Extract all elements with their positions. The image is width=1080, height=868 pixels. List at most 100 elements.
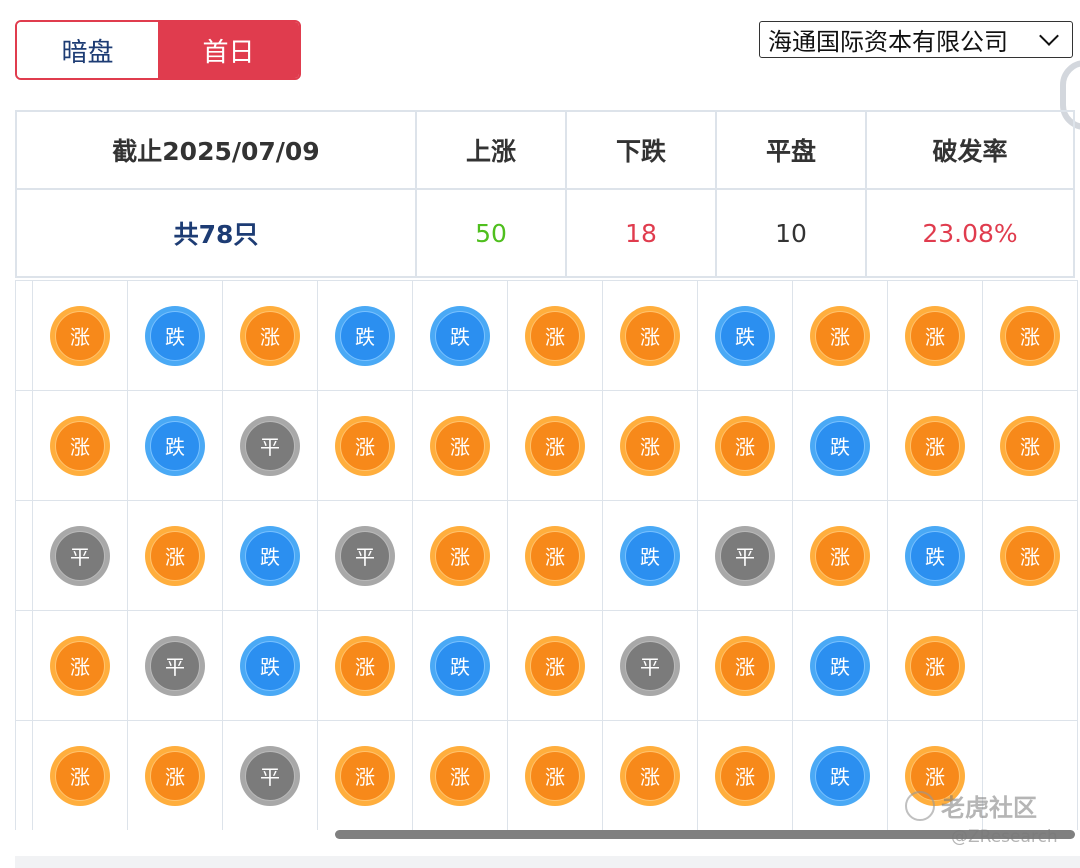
- tab-first-day[interactable]: 首日: [158, 22, 299, 78]
- ipo-up-badge[interactable]: 涨: [905, 305, 965, 366]
- ipo-up-badge[interactable]: 涨: [50, 415, 110, 476]
- ipo-up-badge[interactable]: 涨: [335, 745, 395, 806]
- ipo-up-badge[interactable]: 涨: [1000, 305, 1060, 366]
- ipo-up-badge[interactable]: 涨: [810, 305, 870, 366]
- summary-values-row: 共78只 50 18 10 23.08%: [15, 188, 1075, 278]
- ipo-up-badge[interactable]: 涨: [430, 745, 490, 806]
- ipo-up-badge[interactable]: 涨: [715, 635, 775, 696]
- ipo-up-badge[interactable]: 涨: [50, 305, 110, 366]
- ipo-result-grid-scroll[interactable]: 涨跌涨跌跌涨涨跌涨涨涨涨跌平涨涨涨涨涨跌涨涨平涨跌平涨涨跌平涨跌涨涨平跌涨跌涨平…: [15, 280, 1080, 830]
- ipo-down-badge[interactable]: 跌: [335, 305, 395, 366]
- grid-cell: 涨: [982, 390, 1078, 501]
- market-tabs: 暗盘 首日: [15, 20, 301, 80]
- ipo-down-badge[interactable]: 跌: [240, 635, 300, 696]
- watermark: 老虎社区 @ZResearch: [905, 788, 1075, 847]
- ipo-up-badge[interactable]: 涨: [240, 305, 300, 366]
- ipo-flat-badge[interactable]: 平: [145, 635, 205, 696]
- ipo-up-badge[interactable]: 涨: [620, 415, 680, 476]
- ipo-up-badge[interactable]: 涨: [905, 635, 965, 696]
- ipo-up-badge[interactable]: 涨: [715, 745, 775, 806]
- grid-cell: 涨: [412, 500, 508, 611]
- grid-cell: 涨: [792, 280, 888, 391]
- grid-cell: 涨: [32, 390, 128, 501]
- ipo-flat-badge[interactable]: 平: [620, 635, 680, 696]
- ipo-up-badge[interactable]: 涨: [50, 745, 110, 806]
- grid-cell: 跌: [127, 390, 223, 501]
- grid-cell: 涨: [887, 610, 983, 721]
- ipo-down-badge[interactable]: 跌: [145, 305, 205, 366]
- badge-label: 跌: [625, 530, 675, 581]
- ipo-up-badge[interactable]: 涨: [525, 525, 585, 586]
- badge-label: 跌: [150, 420, 200, 471]
- badge-label: 涨: [910, 420, 960, 471]
- ipo-flat-badge[interactable]: 平: [50, 525, 110, 586]
- tiger-community-logo-icon: [905, 790, 935, 821]
- broker-select[interactable]: 海通国际资本有限公司: [759, 21, 1073, 58]
- ipo-up-badge[interactable]: 涨: [50, 635, 110, 696]
- badge-label: 涨: [625, 310, 675, 361]
- ipo-up-badge[interactable]: 涨: [620, 305, 680, 366]
- ipo-down-badge[interactable]: 跌: [145, 415, 205, 476]
- ipo-up-badge[interactable]: 涨: [715, 415, 775, 476]
- ipo-down-badge[interactable]: 跌: [810, 635, 870, 696]
- badge-label: 涨: [815, 530, 865, 581]
- down-count: 18: [565, 188, 717, 278]
- badge-label: 涨: [625, 750, 675, 801]
- badge-label: 涨: [1005, 530, 1055, 581]
- ipo-down-badge[interactable]: 跌: [810, 415, 870, 476]
- badge-label: 涨: [150, 530, 200, 581]
- grid-cell: 平: [222, 720, 318, 830]
- grid-cell: 涨: [507, 390, 603, 501]
- ipo-down-badge[interactable]: 跌: [715, 305, 775, 366]
- ipo-up-badge[interactable]: 涨: [525, 415, 585, 476]
- ipo-up-badge[interactable]: 涨: [335, 635, 395, 696]
- ipo-flat-badge[interactable]: 平: [240, 745, 300, 806]
- ipo-up-badge[interactable]: 涨: [525, 745, 585, 806]
- header-flat: 平盘: [715, 110, 867, 190]
- ipo-down-badge[interactable]: 跌: [620, 525, 680, 586]
- ipo-up-badge[interactable]: 涨: [335, 415, 395, 476]
- ipo-down-badge[interactable]: 跌: [430, 305, 490, 366]
- ipo-down-badge[interactable]: 跌: [810, 745, 870, 806]
- badge-label: 跌: [435, 310, 485, 361]
- ipo-up-badge[interactable]: 涨: [430, 525, 490, 586]
- ipo-up-badge[interactable]: 涨: [145, 745, 205, 806]
- ipo-flat-badge[interactable]: 平: [240, 415, 300, 476]
- ipo-up-badge[interactable]: 涨: [620, 745, 680, 806]
- ipo-up-badge[interactable]: 涨: [525, 305, 585, 366]
- badge-label: 平: [720, 530, 770, 581]
- grid-cell: 涨: [507, 610, 603, 721]
- ipo-up-badge[interactable]: 涨: [430, 415, 490, 476]
- badge-label: 平: [625, 640, 675, 691]
- grid-cell: 涨: [697, 610, 793, 721]
- ipo-up-badge[interactable]: 涨: [1000, 525, 1060, 586]
- grid-cell: 跌: [317, 280, 413, 391]
- grid-cell: 涨: [412, 720, 508, 830]
- ipo-up-badge[interactable]: 涨: [525, 635, 585, 696]
- break-rate-value: 23.08%: [865, 188, 1075, 278]
- ipo-up-badge[interactable]: 涨: [1000, 415, 1060, 476]
- grid-row: 涨平跌涨跌涨平涨跌涨: [15, 610, 1078, 721]
- bottom-band: [15, 856, 1080, 868]
- ipo-down-badge[interactable]: 跌: [905, 525, 965, 586]
- ipo-up-badge[interactable]: 涨: [905, 415, 965, 476]
- grid-cell: [982, 610, 1078, 721]
- ipo-down-badge[interactable]: 跌: [430, 635, 490, 696]
- ipo-down-badge[interactable]: 跌: [240, 525, 300, 586]
- grid-cell: 涨: [32, 280, 128, 391]
- grid-cell: 涨: [602, 720, 698, 830]
- badge-label: 涨: [55, 420, 105, 471]
- badge-label: 跌: [815, 420, 865, 471]
- ipo-flat-badge[interactable]: 平: [715, 525, 775, 586]
- ipo-up-badge[interactable]: 涨: [145, 525, 205, 586]
- badge-label: 涨: [530, 420, 580, 471]
- ipo-up-badge[interactable]: 涨: [810, 525, 870, 586]
- badge-label: 涨: [340, 750, 390, 801]
- ipo-flat-badge[interactable]: 平: [335, 525, 395, 586]
- tab-grey-market[interactable]: 暗盘: [17, 22, 158, 78]
- badge-label: 平: [245, 750, 295, 801]
- badge-label: 平: [245, 420, 295, 471]
- grid-cell: 跌: [412, 280, 508, 391]
- grid-cell: 跌: [792, 720, 888, 830]
- grid-cell: 涨: [602, 280, 698, 391]
